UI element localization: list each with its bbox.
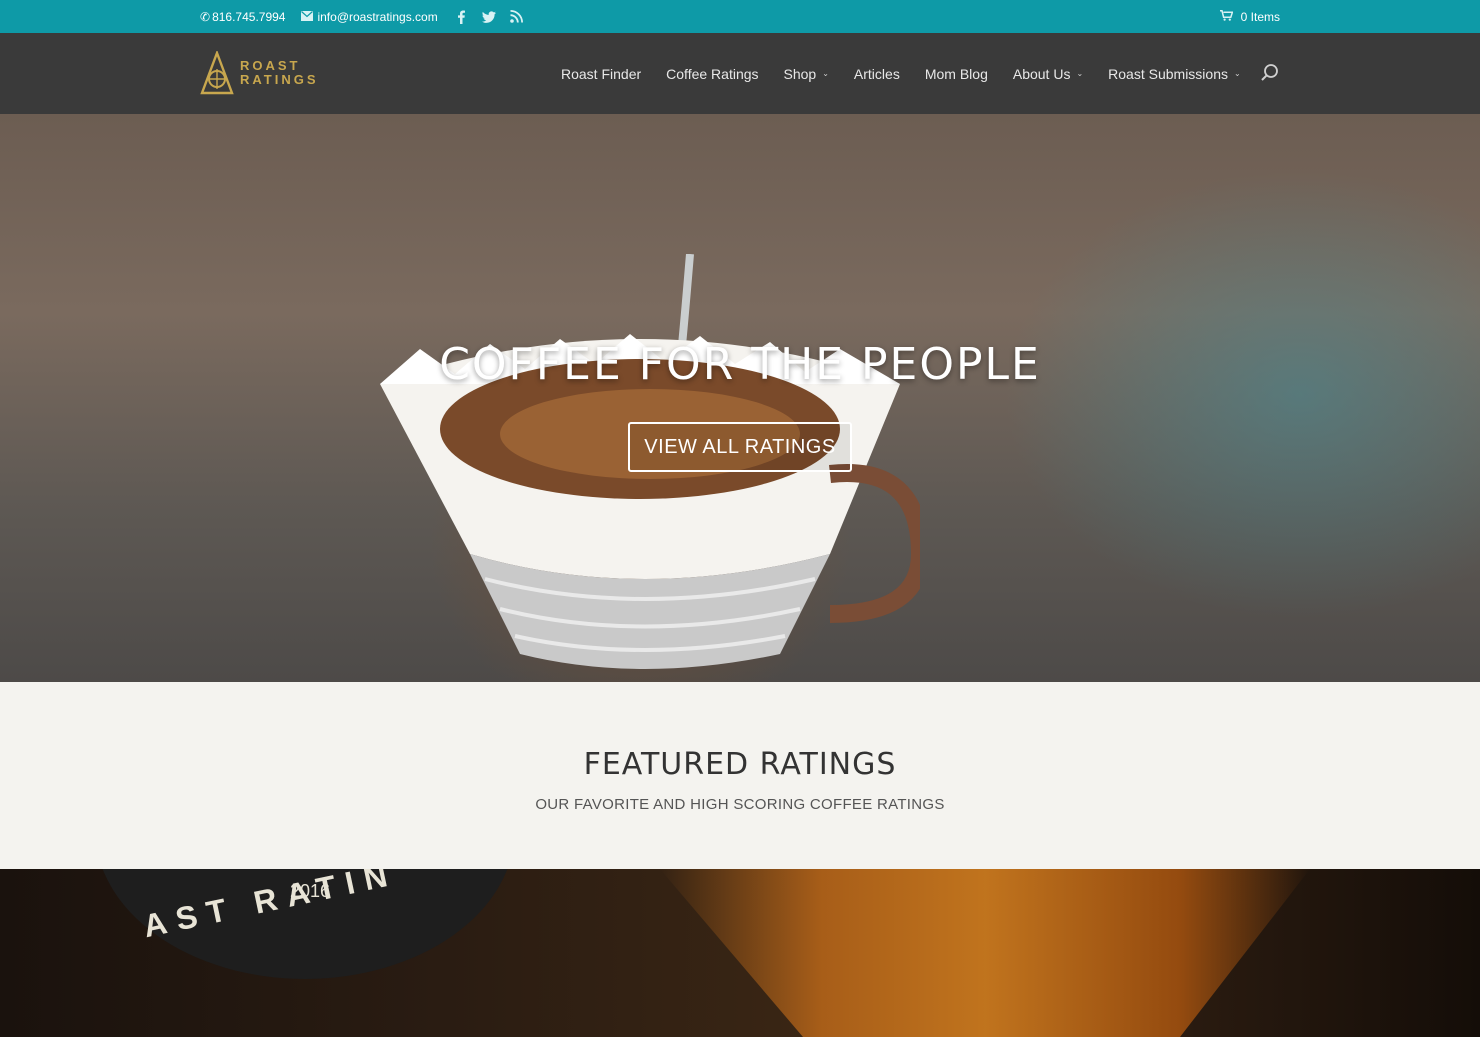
amber-glass-image: [660, 869, 1310, 1037]
cart-icon: [1219, 9, 1234, 24]
main-nav: Roast Finder Coffee Ratings Shop ⌄ Articl…: [561, 33, 1266, 114]
featured-title: FEATURED RATINGS: [583, 747, 897, 782]
hero-title: COFFEE FOR THE PEOPLE: [439, 339, 1041, 390]
cart-link[interactable]: 0 Items: [1219, 0, 1280, 33]
nav-roast-submissions[interactable]: Roast Submissions ⌄: [1108, 66, 1241, 82]
featured-section: FEATURED RATINGS OUR FAVORITE AND HIGH S…: [0, 682, 1480, 869]
email-link[interactable]: info@roastratings.com: [301, 9, 438, 24]
logo-mark-icon: [200, 51, 234, 95]
search-icon[interactable]: [1260, 63, 1280, 83]
logo-line-2: RATINGS: [240, 72, 319, 87]
top-bar: ✆ 816.745.7994 info@roastratings.com 0 I…: [0, 0, 1480, 33]
twitter-icon[interactable]: [481, 10, 496, 24]
chevron-down-icon: ⌄: [1076, 69, 1084, 78]
chevron-down-icon: ⌄: [1233, 69, 1241, 78]
phone-link[interactable]: ✆ 816.745.7994: [200, 10, 285, 24]
facebook-icon[interactable]: [454, 10, 468, 24]
site-logo[interactable]: ROAST RATINGS: [200, 51, 319, 95]
email-address: info@roastratings.com: [317, 9, 438, 24]
hero-banner: COFFEE FOR THE PEOPLE VIEW ALL RATINGS: [0, 114, 1480, 682]
featured-subtitle: OUR FAVORITE AND HIGH SCORING COFFEE RAT…: [535, 796, 945, 813]
nav-coffee-ratings[interactable]: Coffee Ratings: [666, 66, 758, 82]
rss-icon[interactable]: [510, 10, 524, 24]
featured-image-strip: 2016 AST RATIN: [0, 869, 1480, 1037]
phone-number: 816.745.7994: [212, 9, 286, 24]
nav-roast-finder[interactable]: Roast Finder: [561, 66, 641, 82]
view-all-ratings-button[interactable]: VIEW ALL RATINGS: [628, 422, 852, 472]
cart-count: 0 Items: [1240, 9, 1280, 24]
logo-text: ROAST RATINGS: [240, 59, 319, 87]
envelope-icon: [301, 10, 314, 24]
main-header: ROAST RATINGS Roast Finder Coffee Rating…: [0, 33, 1480, 114]
top-bar-contact: ✆ 816.745.7994 info@roastratings.com: [200, 0, 524, 33]
phone-icon: ✆: [200, 9, 211, 24]
nav-about-us[interactable]: About Us ⌄: [1013, 66, 1083, 82]
nav-articles[interactable]: Articles: [854, 66, 900, 82]
social-links: [454, 10, 524, 24]
nav-shop[interactable]: Shop ⌄: [784, 66, 829, 82]
chevron-down-icon: ⌄: [822, 69, 829, 78]
nav-mom-blog[interactable]: Mom Blog: [925, 66, 988, 82]
logo-line-1: ROAST: [240, 58, 301, 73]
